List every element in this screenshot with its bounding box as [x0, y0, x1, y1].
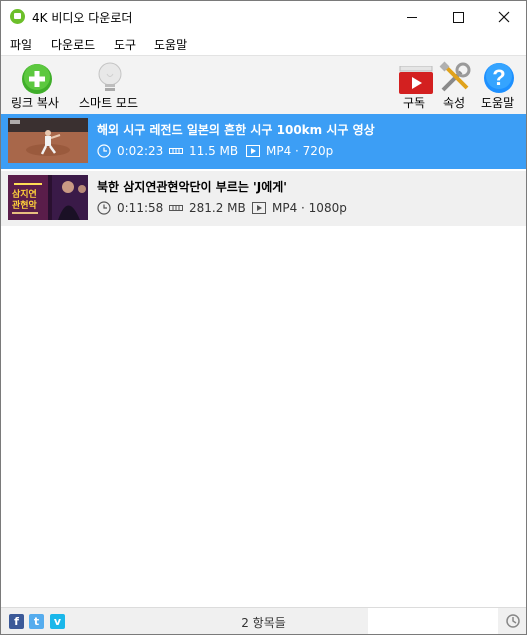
format-info: MP4 · 1080p: [252, 201, 347, 215]
video-thumbnail: [8, 118, 88, 163]
subscriptions-label: 구독: [403, 96, 426, 110]
duration-info: 0:11:58: [97, 201, 163, 215]
video-format: MP4 · 720p: [266, 144, 334, 158]
close-icon: [498, 11, 510, 23]
youtube-icon: [399, 66, 433, 94]
help-question-icon: ?: [484, 63, 514, 93]
toolbar: 링크 복사 스마트 모드 구독 속성 ? 도움말: [1, 55, 526, 115]
app-logo-icon: [10, 9, 25, 24]
window-title: 4K 비디오 다운로더: [32, 11, 133, 25]
paste-link-label: 링크 복사: [11, 96, 59, 110]
help-label: 도움말: [481, 96, 515, 110]
thumbnail-text: 관현악: [12, 199, 38, 211]
video-title: 해외 시구 레전드 일본의 흔한 시구 100km 시구 영상: [97, 123, 375, 137]
add-plus-icon: [22, 64, 52, 94]
subscriptions-button[interactable]: 구독: [396, 56, 436, 114]
app-window: 4K 비디오 다운로더 파일 다운로드 도구 도움말 링크 복사 스마트 모드: [0, 0, 527, 635]
status-bar: f t v 2 항목들: [1, 607, 526, 634]
download-item[interactable]: 해외 시구 레전드 일본의 흔한 시구 100km 시구 영상 0:02:23 …: [1, 114, 526, 169]
duration-info: 0:02:23: [97, 144, 163, 158]
video-duration: 0:11:58: [117, 201, 164, 215]
maximize-icon: [452, 11, 464, 23]
size-info: 281.2 MB: [169, 201, 246, 215]
thumbnail-text: 삼지연: [12, 188, 37, 200]
size-info: 11.5 MB: [169, 144, 238, 158]
menu-download[interactable]: 다운로드: [51, 36, 95, 53]
title-bar: 4K 비디오 다운로더: [1, 1, 526, 33]
menu-file[interactable]: 파일: [10, 36, 32, 53]
minimize-icon: [407, 16, 417, 18]
close-button[interactable]: [481, 1, 526, 33]
video-format-icon: [252, 202, 266, 214]
video-title: 북한 삼지연관현악단이 부르는 'J에게': [97, 180, 287, 194]
tools-icon: [439, 61, 471, 92]
help-button[interactable]: ? 도움말: [478, 56, 524, 114]
clock-icon: [97, 144, 111, 158]
download-item[interactable]: 삼지연 관현악 북한 삼지연관현악단이 부르는 'J에게' 0:11:58 28…: [1, 171, 526, 226]
menu-help[interactable]: 도움말: [154, 36, 187, 53]
video-format-icon: [246, 145, 260, 157]
maximize-button[interactable]: [435, 1, 481, 33]
video-size: 281.2 MB: [189, 201, 246, 215]
video-thumbnail: 삼지연 관현악: [8, 175, 88, 220]
file-size-icon: [169, 205, 183, 211]
video-size: 11.5 MB: [189, 144, 239, 158]
minimize-button[interactable]: [389, 1, 435, 33]
clock-icon: [97, 201, 111, 215]
menu-bar: 파일 다운로드 도구 도움말: [1, 33, 526, 55]
smart-mode-button[interactable]: 스마트 모드: [73, 56, 153, 114]
preferences-label: 속성: [443, 96, 466, 110]
refresh-icon[interactable]: [505, 613, 521, 629]
format-info: MP4 · 720p: [246, 144, 333, 158]
file-size-icon: [169, 148, 183, 154]
lightbulb-icon: [98, 62, 122, 91]
preferences-button[interactable]: 속성: [436, 56, 476, 114]
video-format: MP4 · 1080p: [272, 201, 347, 215]
menu-tools[interactable]: 도구: [114, 36, 136, 53]
smart-mode-label: 스마트 모드: [79, 96, 139, 110]
status-blank-area: [368, 608, 498, 634]
video-duration: 0:02:23: [117, 144, 164, 158]
paste-link-button[interactable]: 링크 복사: [1, 56, 71, 114]
svg-text:?: ?: [492, 65, 505, 90]
